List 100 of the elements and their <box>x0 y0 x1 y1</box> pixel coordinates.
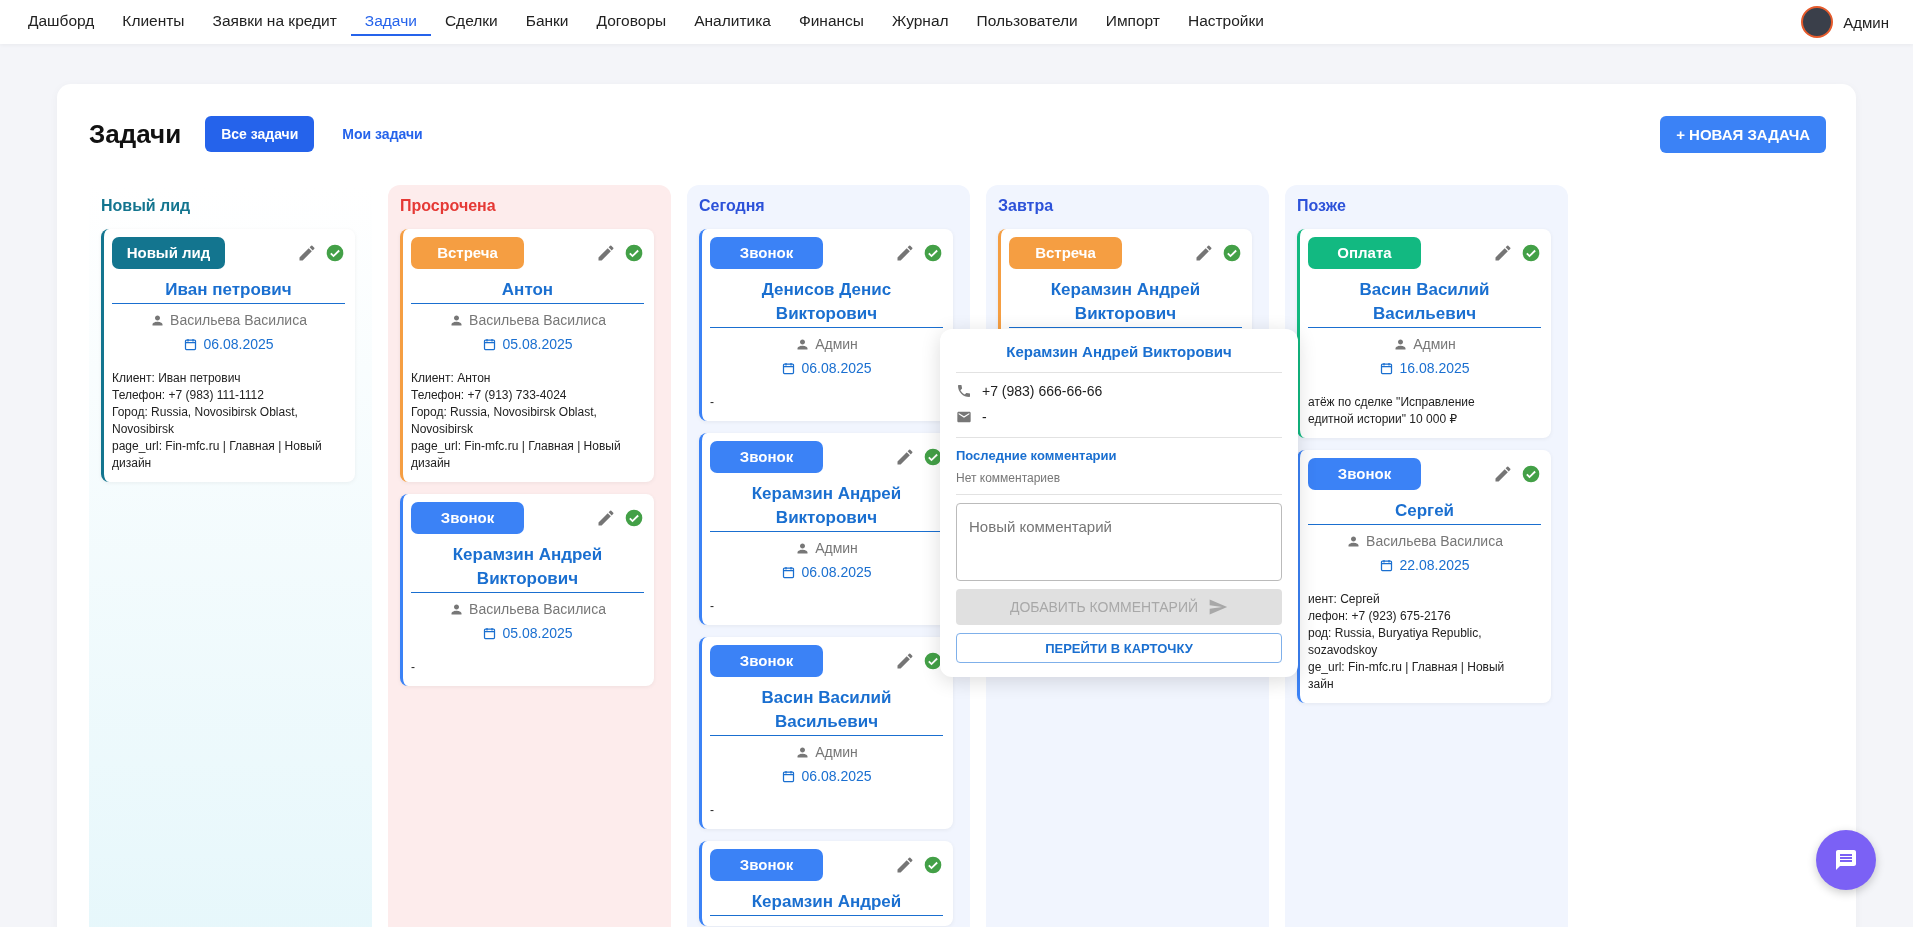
comment-field[interactable]: Новый комментарий <box>956 503 1282 581</box>
task-type-badge: Звонок <box>710 849 823 881</box>
check-circle-icon[interactable] <box>923 447 943 467</box>
task-type-badge: Звонок <box>1308 458 1421 490</box>
task-type-badge: Оплата <box>1308 237 1421 269</box>
nav-tab[interactable]: Клиенты <box>108 8 199 36</box>
column-title: Новый лид <box>101 196 192 216</box>
open-card-button[interactable]: ПЕРЕЙТИ В КАРТОЧКУ <box>956 633 1282 663</box>
calendar-icon <box>183 336 199 352</box>
calendar-icon <box>781 564 797 580</box>
check-circle-icon[interactable] <box>923 243 943 263</box>
client-name[interactable]: Антон <box>411 278 644 304</box>
nav-tab[interactable]: Аналитика <box>680 8 785 36</box>
check-circle-icon[interactable] <box>1521 464 1541 484</box>
client-name[interactable]: Денисов Денис Викторович <box>710 278 943 328</box>
nav-tab[interactable]: Задачи <box>350 8 431 36</box>
task-type-badge: Встреча <box>1009 237 1122 269</box>
edit-icon[interactable] <box>895 447 915 467</box>
task-description: - <box>710 598 715 615</box>
task-card[interactable]: Звонок Васин Василий Васильевич Админ 06.08.2025 - <box>699 637 953 829</box>
phone-number: +7 (983) 666-66-66 <box>982 383 1103 399</box>
task-description: Клиент: Иван петрович Телефон: +7 (983) 111-1112 Город: Russia, Novosibirsk Oblast, Novosibirsk page_url: Fin-mfc.ru | Главная | Новый дизайн <box>112 370 323 472</box>
column-title: Завтра <box>998 196 1055 216</box>
check-circle-icon[interactable] <box>1222 243 1242 263</box>
task-type-badge: Встреча <box>411 237 524 269</box>
task-description: иент: Сергей лефон: +7 (923) 675-2176 род: Russia, Buryatiya Republic, sozavodskoy ge_url: Fin-mfc.ru | Главная | Новый зайн <box>1308 591 1506 693</box>
check-circle-icon[interactable] <box>1521 243 1541 263</box>
client-name[interactable]: Васин Василий Васильевич <box>710 686 943 736</box>
filter-tab[interactable]: Все задачи <box>205 116 315 152</box>
client-name[interactable]: Васин Василий Васильевич <box>1308 278 1541 328</box>
due-date: 16.08.2025 <box>1399 360 1470 376</box>
edit-icon[interactable] <box>895 651 915 671</box>
task-card[interactable]: Звонок Керамзин Андрей Викторович Васильева Василиса 05.08.2025 - <box>400 494 654 686</box>
check-circle-icon[interactable] <box>923 855 943 875</box>
assignee-name: Админ <box>815 336 858 352</box>
edit-icon[interactable] <box>895 855 915 875</box>
task-type-badge: Звонок <box>710 441 823 473</box>
comments-heading: Последние комментарии <box>956 448 1118 463</box>
nav-tab[interactable]: Финансы <box>784 8 878 36</box>
mail-icon <box>956 409 972 425</box>
edit-icon[interactable] <box>596 243 616 263</box>
due-date: 06.08.2025 <box>203 336 274 352</box>
assignee-name: Админ <box>815 744 858 760</box>
calendar-icon <box>1379 360 1395 376</box>
avatar[interactable] <box>1801 6 1834 38</box>
client-name[interactable]: Сергей <box>1308 499 1541 525</box>
popover-client-name: Керамзин Андрей Викторович <box>956 343 1282 373</box>
nav-tab[interactable]: Заявки на кредит <box>198 8 351 36</box>
calendar-icon <box>482 336 498 352</box>
due-date: 05.08.2025 <box>502 625 573 641</box>
task-card[interactable]: Встреча Антон Васильева Василиса 05.08.2025 Клиент: Антон Телефон: +7 (913) 733-4024 Город: Russia, Novosibirsk Oblast, Novosibirsk page_url: Fin-mfc.ru | Главная | Новый дизайн <box>400 229 654 482</box>
task-card[interactable]: Звонок Денисов Денис Викторович Админ 06.08.2025 - <box>699 229 953 421</box>
assignee-name: Админ <box>1413 336 1456 352</box>
check-circle-icon[interactable] <box>624 508 644 528</box>
task-description: - <box>710 394 715 411</box>
client-name[interactable]: Керамзин Андрей Викторович <box>411 543 644 593</box>
chat-icon <box>1834 848 1858 872</box>
no-comments-text: Нет комментариев <box>956 471 1282 495</box>
due-date: 05.08.2025 <box>502 336 573 352</box>
task-type-badge: Звонок <box>710 645 823 677</box>
nav-tab[interactable]: Настройки <box>1173 8 1278 36</box>
edit-icon[interactable] <box>596 508 616 528</box>
new-task-button[interactable]: + НОВАЯ ЗАДАЧА <box>1660 115 1826 153</box>
client-name[interactable]: Иван петрович <box>112 278 345 304</box>
edit-icon[interactable] <box>1493 243 1513 263</box>
column-title: Позже <box>1297 196 1347 216</box>
calendar-icon <box>1379 557 1395 573</box>
nav-tab[interactable]: Договоры <box>582 8 681 36</box>
edit-icon[interactable] <box>895 243 915 263</box>
task-type-badge: Новый лид <box>112 237 225 269</box>
task-card[interactable]: Звонок Сергей Васильева Василиса 22.08.2025 иент: Сергей лефон: +7 (923) 675-2176 род: Russia, Buryatiya Republic, sozavodskoy ge_url: Fin-mfc.ru | Главная | Новый зайн <box>1297 450 1551 703</box>
nav-tab[interactable]: Дашборд <box>14 8 109 36</box>
nav-tab[interactable]: Банки <box>511 8 583 36</box>
nav-tab[interactable]: Пользователи <box>962 8 1092 36</box>
task-description: атёж по сделке "Исправление едитной истории" 10 000 ₽ <box>1308 394 1476 428</box>
due-date: 06.08.2025 <box>801 768 872 784</box>
column-title: Сегодня <box>699 196 766 216</box>
check-circle-icon[interactable] <box>923 651 943 671</box>
assignee-name: Админ <box>815 540 858 556</box>
task-card[interactable]: Оплата Васин Василий Васильевич Админ 16.08.2025 атёж по сделке "Исправление едитной истории" 10 000 ₽ <box>1297 229 1551 438</box>
assignee-name: Васильева Василиса <box>170 312 307 328</box>
check-circle-icon[interactable] <box>624 243 644 263</box>
task-type-badge: Звонок <box>411 502 524 534</box>
client-name[interactable]: Керамзин Андрей Викторович <box>1009 278 1242 328</box>
edit-icon[interactable] <box>1493 464 1513 484</box>
task-card[interactable]: Новый лид Иван петрович Васильева Василиса 06.08.2025 Клиент: Иван петрович Телефон: +7 (983) 111-1112 Город: Russia, Novosibirsk Oblast, Novosibirsk page_url: Fin-mfc.ru | Главная | Новый дизайн <box>101 229 355 482</box>
task-card[interactable]: Звонок Керамзин Андрей <box>699 841 953 926</box>
nav-tab[interactable]: Импорт <box>1091 8 1174 36</box>
edit-icon[interactable] <box>297 243 317 263</box>
client-name[interactable]: Керамзин Андрей <box>710 890 943 916</box>
assignee-name: Васильева Василиса <box>469 312 606 328</box>
edit-icon[interactable] <box>1194 243 1214 263</box>
task-description: - <box>411 659 416 676</box>
filter-tab[interactable]: Мои задачи <box>326 116 439 152</box>
nav-tab[interactable]: Сделки <box>430 8 512 36</box>
send-icon <box>1208 597 1229 617</box>
check-circle-icon[interactable] <box>325 243 345 263</box>
task-description: - <box>710 802 715 819</box>
nav-tab[interactable]: Журнал <box>878 8 963 36</box>
assignee-name: Васильева Василиса <box>469 601 606 617</box>
